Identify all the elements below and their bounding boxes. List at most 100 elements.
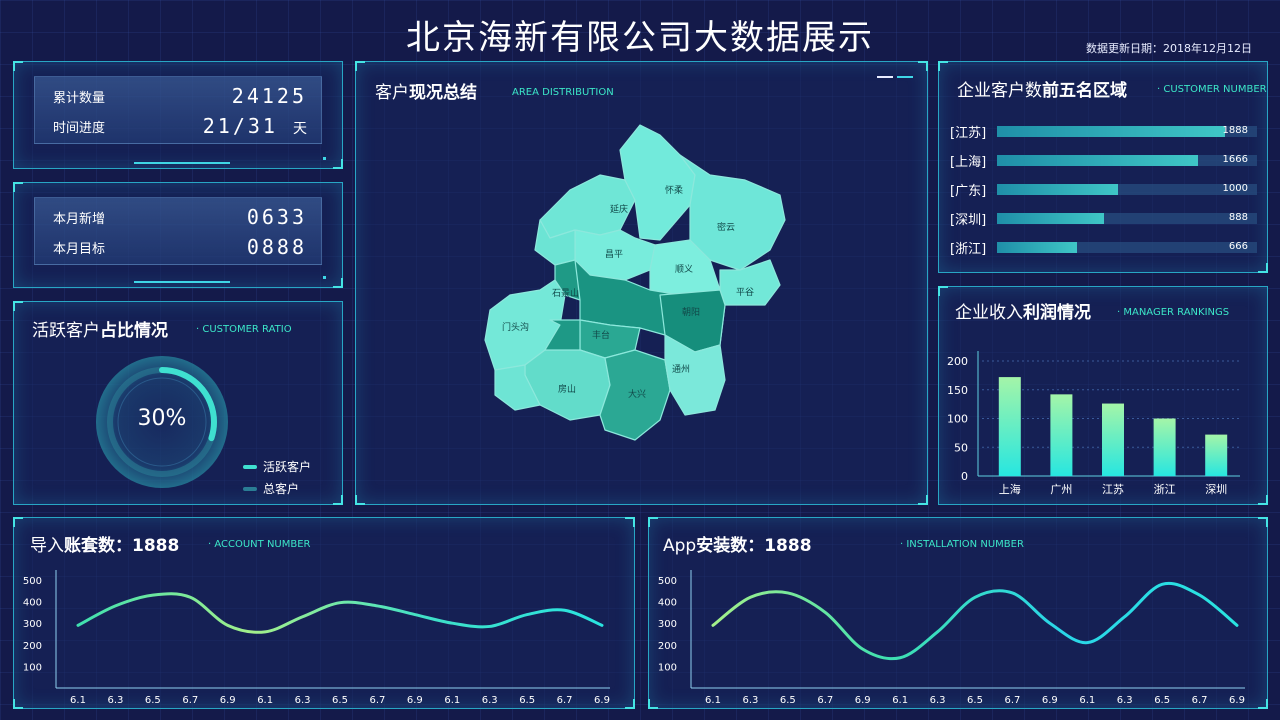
bar-y-tick: 100 [947, 413, 968, 426]
top5-value: 666 [1228, 241, 1248, 252]
map-label-mentougou: 门头沟 [502, 321, 529, 333]
line-y-tick: 300 [658, 619, 677, 630]
monthly-target-value: 0888 [246, 235, 307, 259]
line-y-tick: 400 [658, 598, 677, 609]
line-x-label: 6.5 [332, 695, 348, 706]
bar-y-tick: 50 [954, 441, 968, 454]
line-x-label: 6.1 [1079, 695, 1095, 706]
map-label-tongzhou: 通州 [672, 364, 690, 375]
line-x-label: 6.9 [220, 695, 236, 706]
time-progress-label: 时间进度 [53, 120, 106, 136]
line-y-tick: 300 [23, 619, 42, 630]
map-subtitle: AREA DISTRIBUTION [512, 87, 614, 98]
line-x-label: 6.3 [930, 695, 946, 706]
district-huairou [619, 124, 696, 241]
top5-title: 企业客户数前五名区域 [957, 81, 1127, 101]
top5-bar-fill [997, 155, 1199, 166]
top5-label: [广东] [950, 184, 987, 199]
map-label-miyun: 密云 [717, 221, 735, 233]
line-x-label: 6.9 [594, 695, 610, 706]
accounts-subtitle: · ACCOUNT NUMBER [208, 539, 311, 550]
map-label-changping: 昌平 [605, 249, 623, 260]
active-customer-title: 活跃客户占比情况 [32, 321, 168, 341]
top5-bar-fill [997, 126, 1226, 137]
update-date: 数据更新日期：2018年12月12日 [1086, 42, 1252, 55]
legend-active: 活跃客户 [243, 458, 311, 475]
line-series [711, 581, 1239, 661]
line-x-label: 6.5 [519, 695, 535, 706]
line-x-label: 6.3 [742, 695, 758, 706]
profit-bar-chart: 0 50 100 150 200 上海 广州 江苏 浙江 深圳 [947, 351, 1240, 496]
bar-2 [1102, 403, 1124, 476]
profit-title: 企业收入利润情况 [955, 303, 1091, 323]
monthly-new-label: 本月新增 [53, 211, 106, 227]
line-x-label: 6.9 [1042, 695, 1058, 706]
top5-label: [江苏] [950, 126, 987, 141]
app-line-chart: 100 200 300 400 500 6.1 6.3 6.5 6.7 6.9 6.1 6.3 6.5 6… [658, 570, 1245, 706]
line-x-label: 6.5 [780, 695, 796, 706]
map-label-pinggu: 平谷 [736, 287, 754, 298]
beijing-map: 延庆 怀柔 密云 昌平 顺义 平谷 石景山 门头沟 朝阳 丰台 房山 大兴 通州 [484, 124, 786, 441]
app-subtitle: · INSTALLATION NUMBER [900, 539, 1024, 550]
time-progress-unit: 天 [293, 121, 307, 137]
top5-value: 1000 [1222, 183, 1248, 194]
time-progress-value: 21/31 [202, 114, 278, 138]
bar-x-label: 深圳 [1205, 483, 1227, 496]
line-x-label: 6.1 [70, 695, 86, 706]
line-x-label: 6.1 [257, 695, 273, 706]
top5-bar-fill [997, 184, 1118, 195]
line-x-label: 6.7 [1004, 695, 1020, 706]
map-label-shunyi: 顺义 [675, 264, 693, 275]
bar-x-label: 广州 [1050, 483, 1072, 496]
active-ratio-value: 30% [137, 406, 187, 431]
line-x-label: 6.7 [369, 695, 385, 706]
bar-y-tick: 200 [947, 355, 968, 368]
top5-label: [上海] [950, 155, 987, 170]
profit-subtitle: · MANAGER RANKINGS [1117, 307, 1230, 318]
map-label-fangshan: 房山 [558, 383, 576, 395]
monthly-target-label: 本月目标 [53, 241, 106, 257]
line-x-label: 6.1 [892, 695, 908, 706]
bar-x-label: 上海 [999, 482, 1021, 496]
bar-y-tick: 150 [947, 384, 968, 397]
cumulative-stats-panel: 累计数量 24125 时间进度 21/31 天 [13, 61, 343, 169]
bar-3 [1153, 418, 1176, 476]
accounts-line-chart: 100 200 300 400 500 6.1 6.3 6.5 6.7 6.9 6.1 6.3 6.5 6… [23, 570, 610, 706]
line-x-label: 6.5 [967, 695, 983, 706]
monthly-stats-panel: 本月新增 0633 本月目标 0888 [13, 182, 343, 288]
map-title: 客户现况总结 [375, 83, 477, 103]
top5-bar-fill [997, 213, 1105, 224]
top5-value: 1888 [1222, 125, 1248, 136]
bar-0 [998, 377, 1021, 476]
app-title: App安装数：1888 [663, 536, 812, 556]
line-x-label: 6.9 [407, 695, 423, 706]
line-x-label: 6.9 [1229, 695, 1245, 706]
bar-1 [1050, 394, 1073, 476]
bar-y-tick: 0 [961, 470, 968, 483]
line-y-tick: 100 [23, 662, 42, 673]
line-x-label: 6.1 [705, 695, 721, 706]
map-label-daxing: 大兴 [628, 388, 646, 400]
bar-x-label: 江苏 [1102, 483, 1124, 496]
top5-bar-fill [997, 242, 1078, 253]
map-label-fengtai: 丰台 [592, 329, 610, 341]
top5-label: [深圳] [950, 213, 987, 228]
map-label-chaoyang: 朝阳 [682, 307, 700, 318]
line-y-tick: 100 [658, 662, 677, 673]
line-x-label: 6.5 [145, 695, 161, 706]
line-x-label: 6.3 [295, 695, 311, 706]
monthly-new-value: 0633 [246, 205, 307, 229]
map-label-shijingshan: 石景山 [552, 288, 579, 299]
line-x-label: 6.7 [817, 695, 833, 706]
top5-value: 888 [1228, 212, 1248, 223]
top5-label: [浙江] [950, 242, 987, 257]
line-series [76, 592, 604, 634]
line-x-label: 6.9 [855, 695, 871, 706]
bar-4 [1205, 434, 1228, 476]
line-x-label: 6.5 [1154, 695, 1170, 706]
line-y-tick: 500 [23, 576, 42, 587]
line-x-label: 6.7 [182, 695, 198, 706]
map-label-yanqing: 延庆 [610, 203, 628, 215]
line-x-label: 6.3 [482, 695, 498, 706]
line-x-label: 6.7 [1192, 695, 1208, 706]
